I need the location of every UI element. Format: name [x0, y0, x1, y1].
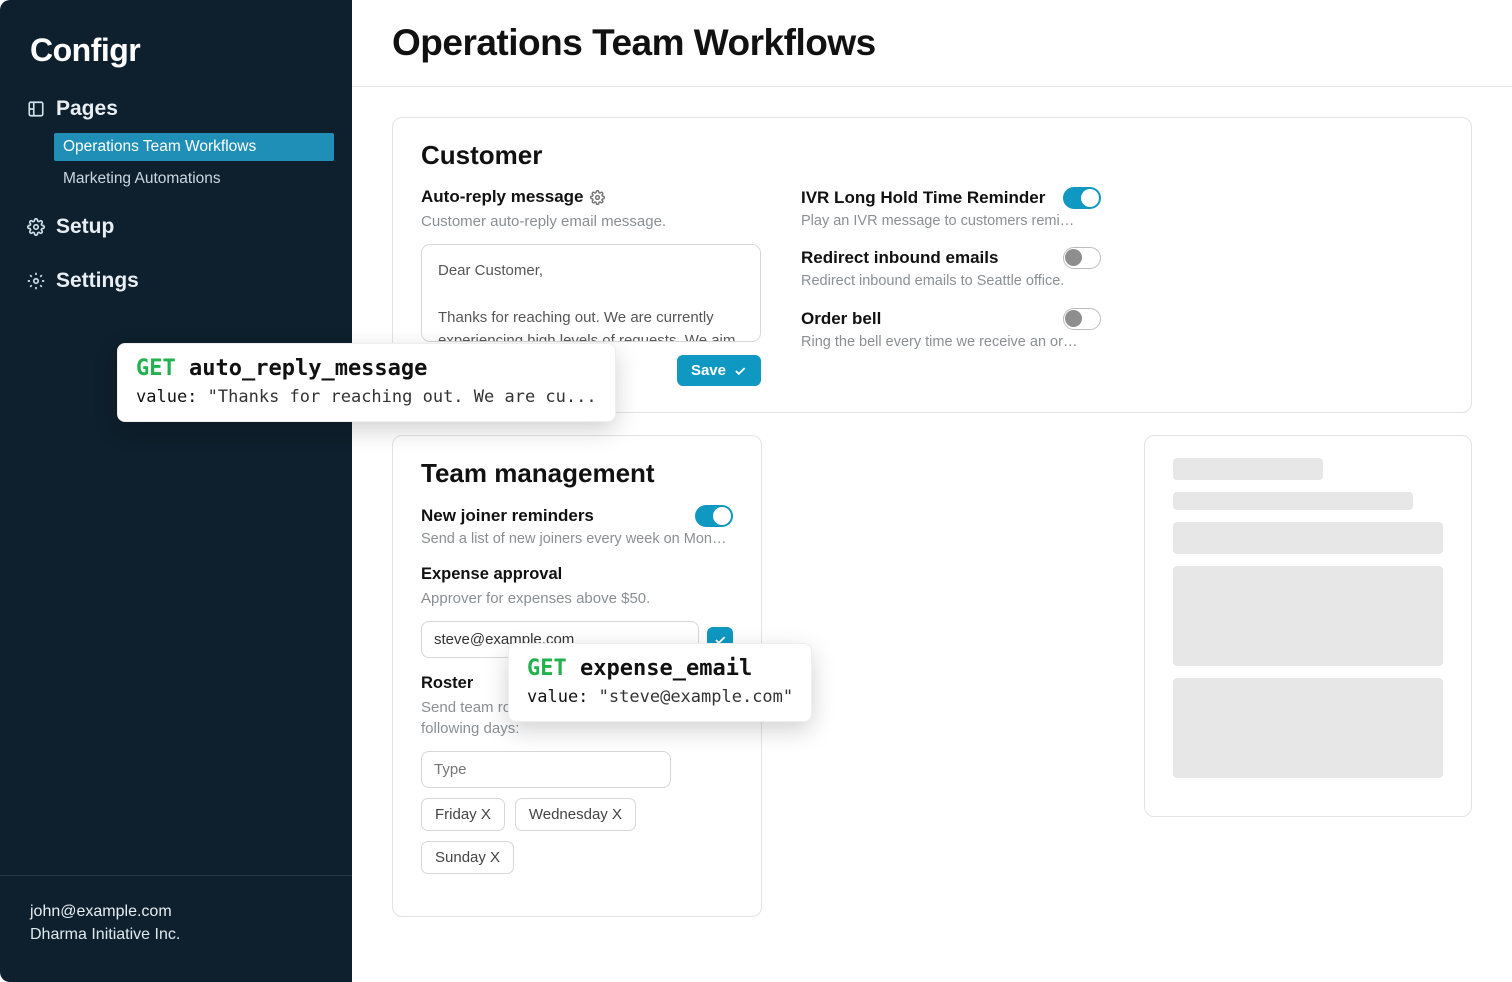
sidebar-section-pages: Pages Operations Team Workflows Marketin…	[18, 89, 334, 193]
auto-reply-desc: Customer auto-reply email message.	[421, 211, 761, 232]
http-method: GET	[527, 656, 567, 681]
expense-desc: Approver for expenses above $50.	[421, 588, 733, 609]
sidebar-item-operations[interactable]: Operations Team Workflows	[54, 133, 334, 161]
tooltip-header: GET expense_email	[527, 656, 793, 681]
sidebar-footer: john@example.com Dharma Initiative Inc.	[0, 875, 352, 982]
tooltip-header: GET auto_reply_message	[136, 356, 597, 381]
page-title: Operations Team Workflows	[392, 22, 1472, 64]
auto-reply-label-text: Auto-reply message	[421, 187, 584, 207]
footer-user-email: john@example.com	[30, 900, 322, 923]
footer-org-name: Dharma Initiative Inc.	[30, 923, 322, 946]
toggle-ivr: IVR Long Hold Time Reminder Play an IVR …	[801, 187, 1101, 231]
roster-tag[interactable]: Wednesday X	[515, 798, 636, 831]
sidebar-item-marketing[interactable]: Marketing Automations	[54, 165, 334, 193]
sidebar-head-settings[interactable]: Settings	[18, 261, 334, 301]
toggle-desc: Redirect inbound emails to Seattle offic…	[801, 271, 1081, 291]
sidebar-head-pages[interactable]: Pages	[18, 89, 334, 129]
value-label: value:	[527, 687, 588, 707]
sidebar-head-setup[interactable]: Setup	[18, 207, 334, 247]
skeleton-line	[1173, 522, 1443, 554]
toggle-label: New joiner reminders	[421, 506, 594, 526]
card-title: Customer	[421, 140, 1443, 171]
skeleton-block	[1173, 678, 1443, 778]
skeleton-title	[1173, 458, 1323, 480]
sidebar-sub-pages: Operations Team Workflows Marketing Auto…	[54, 133, 334, 193]
expense-label: Expense approval	[421, 565, 733, 584]
layout-icon	[26, 99, 46, 119]
roster-tags: Friday X Wednesday X Sunday X	[421, 798, 733, 874]
toggle-desc: Ring the bell every time we receive an o…	[801, 332, 1081, 352]
sidebar-head-label: Settings	[56, 269, 139, 293]
toggle-switch-ivr[interactable]	[1063, 187, 1101, 209]
toggle-switch-newjoiner[interactable]	[695, 505, 733, 527]
check-icon	[733, 364, 747, 378]
content-grid: Customer Auto-reply message Customer aut…	[352, 87, 1512, 947]
tooltip-value: value: "Thanks for reaching out. We are …	[136, 387, 597, 407]
auto-reply-textarea[interactable]	[421, 244, 761, 342]
save-button-label: Save	[691, 362, 726, 379]
roster-tag[interactable]: Friday X	[421, 798, 505, 831]
card-skeleton	[1144, 435, 1472, 817]
card-title: Team management	[421, 458, 733, 489]
api-key-name: auto_reply_message	[189, 356, 427, 381]
sidebar: Configr Pages Operations Team Workflows …	[0, 0, 352, 982]
api-tooltip-expense: GET expense_email value: "steve@example.…	[508, 643, 812, 722]
roster-type-input[interactable]	[421, 751, 671, 788]
value-text: "steve@example.com"	[599, 687, 793, 707]
save-button[interactable]: Save	[677, 355, 761, 386]
sidebar-section-settings: Settings	[18, 261, 334, 301]
sidebar-section-setup: Setup	[18, 207, 334, 247]
settings-icon	[26, 271, 46, 291]
team-newjoiner: New joiner reminders Send a list of new …	[421, 505, 733, 549]
gear-icon[interactable]	[590, 190, 605, 205]
toggle-desc: Play an IVR message to customers remindi…	[801, 211, 1081, 231]
toggle-switch-redirect[interactable]	[1063, 247, 1101, 269]
toggle-redirect: Redirect inbound emails Redirect inbound…	[801, 247, 1101, 291]
auto-reply-label: Auto-reply message	[421, 187, 761, 207]
skeleton-block	[1173, 566, 1443, 666]
toggle-desc: Send a list of new joiners every week on…	[421, 529, 733, 549]
sidebar-head-label: Pages	[56, 97, 118, 121]
tooltip-value: value: "steve@example.com"	[527, 687, 793, 707]
brand-logo: Configr	[0, 0, 352, 89]
customer-toggles: IVR Long Hold Time Reminder Play an IVR …	[801, 187, 1101, 386]
toggle-label: Order bell	[801, 309, 881, 329]
roster-tag[interactable]: Sunday X	[421, 841, 514, 874]
app-root: Configr Pages Operations Team Workflows …	[0, 0, 1512, 982]
toggle-label: Redirect inbound emails	[801, 248, 998, 268]
api-key-name: expense_email	[580, 656, 752, 681]
toggle-label: IVR Long Hold Time Reminder	[801, 188, 1045, 208]
sidebar-head-label: Setup	[56, 215, 114, 239]
http-method: GET	[136, 356, 176, 381]
value-text: "Thanks for reaching out. We are cu...	[208, 387, 597, 407]
api-tooltip-auto-reply: GET auto_reply_message value: "Thanks fo…	[117, 343, 616, 422]
gear-icon	[26, 217, 46, 237]
skeleton-line	[1173, 492, 1413, 510]
page-header: Operations Team Workflows	[352, 0, 1512, 87]
toggle-switch-orderbell[interactable]	[1063, 308, 1101, 330]
main: Operations Team Workflows Customer Auto-…	[352, 0, 1512, 982]
sidebar-nav: Pages Operations Team Workflows Marketin…	[0, 89, 352, 875]
value-label: value:	[136, 387, 197, 407]
toggle-orderbell: Order bell Ring the bell every time we r…	[801, 308, 1101, 352]
